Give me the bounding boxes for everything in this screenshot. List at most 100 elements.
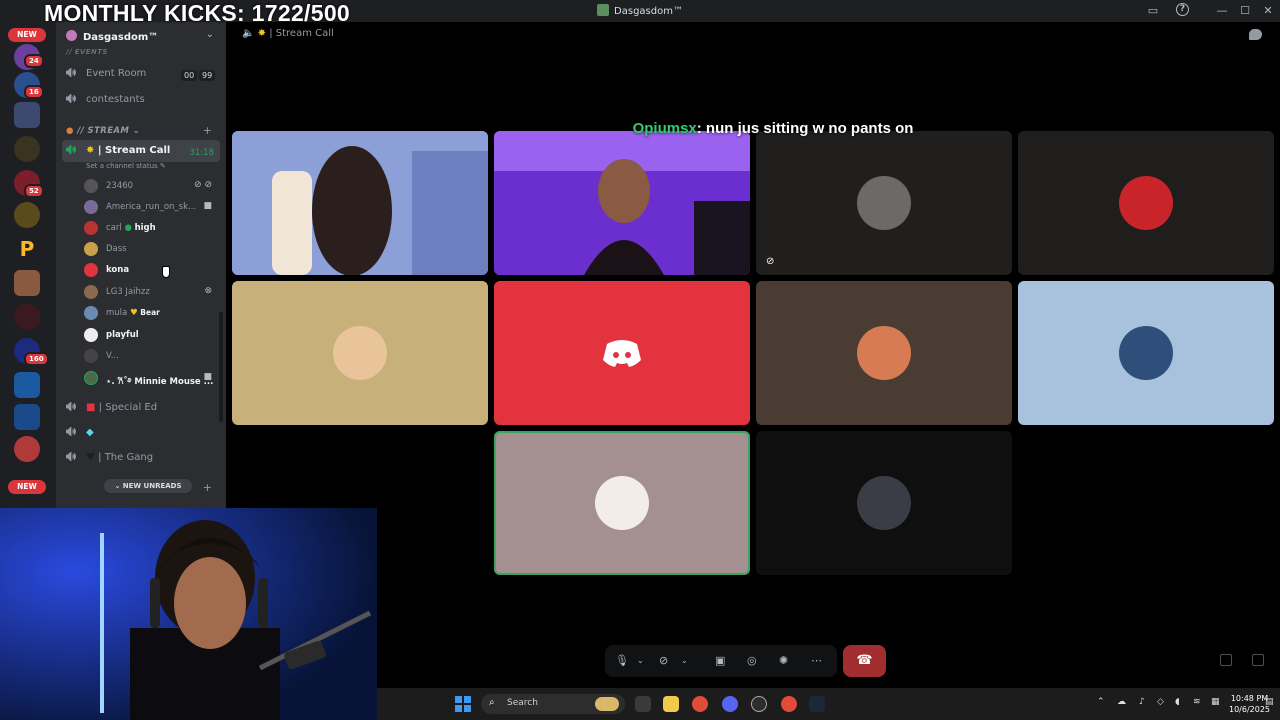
leaf-icon: ● — [124, 223, 132, 233]
sidebar-scrollbar[interactable] — [219, 312, 223, 422]
voice-user[interactable]: mula ♥ Bear — [84, 305, 224, 323]
clock-date: 10/6/2025 — [1229, 705, 1271, 714]
chrome-icon-2[interactable] — [781, 696, 797, 712]
mic-options-chevron-icon[interactable]: ⌄ — [637, 656, 644, 665]
chat-icon[interactable] — [1249, 29, 1262, 40]
add-icon[interactable]: + — [203, 481, 212, 494]
inbox-icon[interactable]: ▭ — [1145, 3, 1161, 19]
soundboard-icon[interactable]: ✺ — [779, 654, 788, 667]
discord-avatar-tile[interactable] — [494, 281, 750, 425]
voice-user[interactable]: Dass — [84, 241, 224, 259]
channel-special-ed[interactable]: ■ | Special Ed — [66, 402, 157, 413]
camera-icon: ■ — [203, 372, 212, 382]
vpn-icon[interactable]: ◇ — [1157, 697, 1164, 707]
file-explorer-icon[interactable] — [663, 696, 679, 712]
discord-icon[interactable] — [722, 696, 738, 712]
windows-start-icon[interactable] — [455, 696, 471, 712]
avatar-tile-speaking[interactable] — [494, 431, 750, 575]
guild-header[interactable]: Dasgasdom™ — [66, 30, 158, 43]
popout-icon[interactable] — [1220, 654, 1232, 666]
speaker-icon — [66, 145, 76, 154]
steam-icon[interactable] — [809, 696, 825, 712]
voice-user[interactable]: V... — [84, 348, 224, 366]
channel-gem[interactable]: ◆ — [66, 427, 94, 438]
fullscreen-icon[interactable] — [1252, 654, 1264, 666]
taskbar-search[interactable]: ⌕ Search — [481, 694, 625, 714]
volume-icon[interactable]: ◖ — [1175, 697, 1180, 707]
avatar-tile[interactable] — [232, 281, 488, 425]
chevron-down-icon[interactable]: ⌄ — [206, 29, 214, 40]
network-icon[interactable]: ▦ — [1211, 697, 1220, 707]
mouse-cursor — [162, 266, 170, 278]
avatar-tile[interactable] — [756, 431, 1012, 575]
avatar-tile[interactable] — [756, 281, 1012, 425]
system-clock[interactable]: 10:48 PM 10/6/2025 — [1229, 693, 1270, 715]
new-top-pill[interactable]: NEW — [8, 28, 46, 42]
channel-event-room[interactable]: Event Room — [66, 68, 146, 79]
microphone-icon[interactable]: 🎙 — [615, 654, 629, 667]
guild-name: Dasgasdom™ — [83, 32, 159, 43]
avatar-tile[interactable]: ⊘ — [756, 131, 1012, 275]
channel-name: Special Ed — [105, 402, 158, 413]
sun-icon: ✸ — [257, 28, 267, 39]
channel-contestants[interactable]: contestants — [66, 94, 145, 105]
pittsburgh-server-icon[interactable]: P — [14, 236, 40, 262]
minimize-button[interactable]: — — [1214, 3, 1230, 19]
avatar — [84, 242, 98, 256]
camera-off-icon[interactable]: ⊘ — [659, 654, 668, 667]
new-bottom-pill[interactable]: NEW — [8, 480, 46, 494]
notification-icon[interactable]: ▤ — [1265, 697, 1274, 707]
chrome-icon[interactable] — [692, 696, 708, 712]
avatar-tile[interactable] — [1018, 131, 1274, 275]
channel-the-gang[interactable]: ♥ | The Gang — [66, 452, 153, 463]
server-badge: 24 — [24, 54, 44, 68]
server-icon-12[interactable] — [14, 436, 40, 462]
server-icon-7[interactable] — [14, 270, 40, 296]
more-options-icon[interactable]: ⋯ — [811, 654, 822, 667]
server-icon-11[interactable] — [14, 404, 40, 430]
help-icon[interactable]: ? — [1176, 3, 1192, 19]
windows-taskbar: ⌕ Search ⌃ ☁ ♪ ◇ ◖ ≋ ▦ 10:48 PM 10/6/2025 … — [377, 688, 1280, 720]
events-category[interactable]: // EVENTS — [66, 48, 108, 56]
sun-icon: ✸ — [86, 145, 95, 156]
tray-chevron-icon[interactable]: ⌃ — [1097, 697, 1105, 707]
screen-share-icon[interactable]: ▣ — [715, 654, 725, 667]
close-button[interactable]: ✕ — [1260, 3, 1276, 19]
speaker-icon — [66, 68, 76, 77]
set-channel-status[interactable]: Set a channel status ✎ — [86, 162, 166, 170]
microphone-tray-icon[interactable]: ♪ — [1139, 697, 1145, 707]
speaker-icon: 🔈 — [242, 28, 255, 39]
voice-user[interactable]: 23460 ⊘ ⊘ — [84, 178, 224, 196]
maximize-button[interactable]: ☐ — [1237, 3, 1253, 19]
new-unreads-label: NEW UNREADS — [122, 482, 182, 490]
camera-options-chevron-icon[interactable]: ⌄ — [681, 656, 688, 665]
onedrive-icon[interactable]: ☁ — [1117, 697, 1126, 707]
user-name: ⋆. 𐙚˚࿔ Minnie Mouse ... — [106, 377, 214, 387]
server-icon-4[interactable] — [14, 136, 40, 162]
voice-user[interactable]: America_run_on_sk... ■ — [84, 199, 224, 217]
video-tile[interactable] — [232, 131, 488, 275]
task-view-icon[interactable] — [635, 696, 651, 712]
video-tile-speaking[interactable] — [494, 131, 750, 275]
channel-stream-call-label[interactable]: ✸ | Stream Call — [66, 145, 170, 156]
voice-user[interactable]: LG3 Jaihzz ⊗ — [84, 284, 224, 302]
voice-user[interactable]: carl ● high — [84, 220, 224, 238]
wifi-icon[interactable]: ≋ — [1193, 697, 1201, 707]
speaker-icon — [66, 94, 76, 103]
activity-icon[interactable]: ◎ — [747, 654, 757, 667]
avatar-tile[interactable] — [1018, 281, 1274, 425]
obs-icon[interactable] — [751, 696, 767, 712]
server-icon-6[interactable] — [14, 202, 40, 228]
server-icon-8[interactable] — [14, 304, 40, 330]
server-icon-10[interactable] — [14, 372, 40, 398]
participant-avatar — [595, 476, 649, 530]
call-timer: 31:18 — [189, 148, 215, 158]
new-unreads-pill[interactable]: ⌄ NEW UNREADS — [104, 479, 192, 493]
voice-user[interactable]: ⋆. 𐙚˚࿔ Minnie Mouse ... ■ — [84, 370, 224, 388]
voice-user[interactable]: playful — [84, 327, 224, 345]
avatar — [84, 349, 98, 363]
voice-user[interactable]: kona — [84, 262, 224, 280]
guild-icon — [66, 30, 77, 41]
server-badge: 52 — [24, 184, 44, 198]
disconnect-button[interactable]: ☎ — [843, 645, 886, 677]
